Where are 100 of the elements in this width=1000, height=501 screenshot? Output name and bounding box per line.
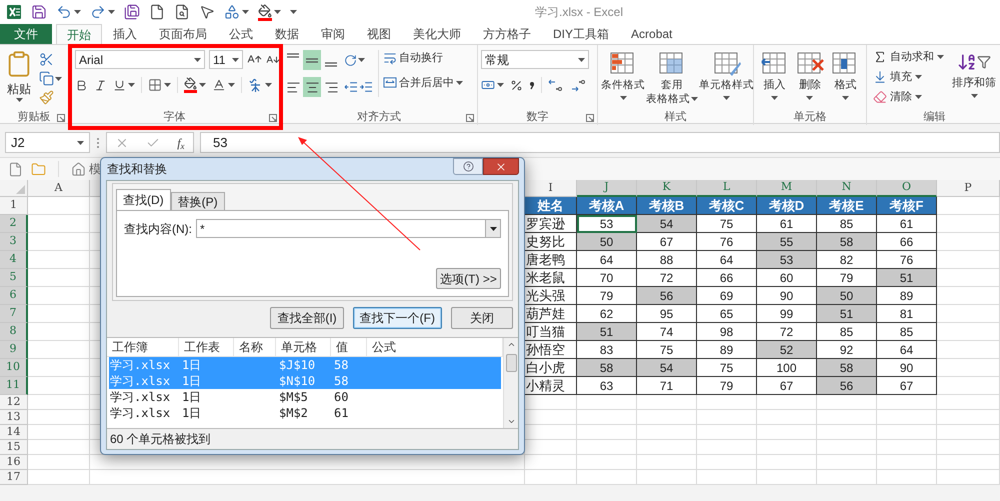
borders-icon[interactable]	[148, 78, 162, 92]
launcher-icon[interactable]	[466, 114, 474, 122]
scroll-thumb[interactable]	[506, 354, 516, 372]
row-header[interactable]: 7	[0, 305, 28, 323]
editing-button[interactable]: 清除	[873, 88, 944, 106]
dialog-tab[interactable]: 替换(P)	[170, 192, 225, 210]
column-header[interactable]: I	[525, 180, 577, 197]
dialog-button[interactable]: 关闭	[451, 307, 513, 329]
font-color-icon[interactable]	[212, 78, 226, 92]
save-icon[interactable]	[31, 4, 47, 20]
column-header[interactable]: M	[757, 180, 817, 197]
row-header[interactable]: 9	[0, 341, 28, 359]
brush-icon[interactable]	[39, 90, 54, 105]
ribbon-tab[interactable]: 页面布局	[148, 24, 218, 44]
row-header[interactable]: 14	[0, 425, 28, 440]
style-button[interactable]: 套用 表格格式	[646, 50, 698, 106]
row-header[interactable]: 12	[0, 395, 28, 410]
launcher-icon[interactable]	[57, 114, 65, 122]
ribbon-tab[interactable]: 数据	[264, 24, 310, 44]
row-header[interactable]: 15	[0, 440, 28, 455]
copy-icon[interactable]	[39, 71, 54, 86]
row-header[interactable]: 2	[0, 215, 28, 233]
row-header[interactable]: 6	[0, 287, 28, 305]
results-column-header[interactable]: 工作表	[179, 338, 234, 356]
column-header[interactable]: L	[697, 180, 757, 197]
row-header[interactable]: 8	[0, 323, 28, 341]
cells-button[interactable]: 删除	[794, 50, 825, 100]
font-name-field[interactable]: Arial	[75, 50, 205, 69]
fill-color-icon[interactable]	[258, 4, 272, 20]
row-header[interactable]: 3	[0, 233, 28, 251]
comma-icon[interactable]	[529, 80, 535, 90]
ribbon-tab[interactable]: 方方格子	[472, 24, 542, 44]
find-field[interactable]: *	[196, 219, 501, 238]
ribbon-tab[interactable]: Acrobat	[620, 24, 684, 44]
vertical-align-button[interactable]	[303, 50, 321, 70]
wrap-text-button[interactable]: 自动换行	[383, 50, 463, 66]
column-header[interactable]: N	[817, 180, 877, 197]
row-header[interactable]: 16	[0, 455, 28, 470]
dialog-button[interactable]: 查找下一个(F)	[352, 307, 442, 329]
scissors-icon[interactable]	[39, 52, 54, 67]
pointer-icon[interactable]	[199, 4, 215, 20]
dialog-tab[interactable]: 查找(D)	[116, 189, 171, 210]
ribbon-tab[interactable]: 美化大师	[402, 24, 472, 44]
phonetic-icon[interactable]	[248, 78, 263, 92]
results-column-header[interactable]: 单元格	[276, 338, 331, 356]
number-format-field[interactable]: 常规	[481, 50, 589, 69]
bold-icon[interactable]	[75, 78, 88, 92]
font-size-field[interactable]: 11	[209, 50, 243, 69]
row-header[interactable]: 4	[0, 251, 28, 269]
row-header[interactable]: 13	[0, 410, 28, 425]
ribbon-tab[interactable]: 公式	[218, 24, 264, 44]
column-header[interactable]: A	[28, 180, 90, 197]
orientation-icon[interactable]	[344, 54, 357, 66]
fill-color-icon[interactable]	[184, 77, 197, 93]
italic-icon[interactable]	[94, 78, 107, 92]
decrease-indent-icon[interactable]	[344, 81, 358, 93]
ribbon-tab[interactable]: 文件	[0, 24, 52, 44]
increase-indent-icon[interactable]	[359, 81, 373, 93]
scroll-up-icon[interactable]	[506, 340, 516, 349]
horizontal-align-button[interactable]	[303, 77, 321, 97]
result-row[interactable]: 学习.xlsx 1日 $M$2 61	[109, 405, 501, 421]
save-as-icon[interactable]	[124, 4, 140, 20]
increase-decimal-icon[interactable]	[548, 78, 564, 92]
column-header[interactable]: P	[937, 180, 1000, 197]
row-header[interactable]: 10	[0, 359, 28, 377]
undo-icon[interactable]	[56, 4, 72, 20]
results-column-header[interactable]: 名称	[234, 338, 276, 356]
currency-icon[interactable]	[481, 78, 495, 92]
drag-handle-icon[interactable]	[96, 136, 100, 148]
cells-button[interactable]: 格式	[830, 50, 860, 100]
column-header[interactable]: O	[877, 180, 937, 197]
decrease-decimal-icon[interactable]	[570, 78, 586, 92]
print-preview-icon[interactable]	[174, 4, 190, 20]
style-button[interactable]: 条件格式	[601, 50, 645, 106]
results-column-header[interactable]: 工作簿	[107, 338, 179, 356]
column-header[interactable]: K	[637, 180, 697, 197]
row-header[interactable]: 17	[0, 470, 28, 485]
percent-icon[interactable]	[510, 78, 523, 92]
corner-cell[interactable]	[0, 180, 28, 197]
name-box[interactable]: J2	[5, 132, 90, 153]
row-header[interactable]: 11	[0, 377, 28, 395]
ribbon-tab[interactable]: 审阅	[310, 24, 356, 44]
options-button[interactable]: 选项(T) >>	[436, 268, 501, 289]
formula-field[interactable]: 53	[200, 132, 1000, 153]
column-header[interactable]: J	[577, 180, 637, 197]
home-icon[interactable]	[71, 162, 86, 176]
dialog-button[interactable]: 查找全部(I)	[270, 307, 344, 329]
help-button[interactable]	[453, 158, 483, 175]
underline-icon[interactable]	[113, 78, 126, 92]
results-column-header[interactable]: 值	[331, 338, 367, 356]
paste-button[interactable]: 粘贴	[3, 50, 35, 105]
launcher-icon[interactable]	[269, 114, 277, 122]
ribbon-tab[interactable]: DIY工具箱	[542, 24, 620, 44]
redo-icon[interactable]	[90, 4, 106, 20]
editing-button[interactable]: 自动求和	[873, 48, 944, 66]
shapes-icon[interactable]	[224, 4, 240, 20]
scroll-down-icon[interactable]	[506, 417, 516, 426]
ribbon-tab[interactable]: 插入	[102, 24, 148, 44]
style-button[interactable]: 单元格样式	[699, 50, 754, 106]
result-row[interactable]: 学习.xlsx 1日 $M$5 60	[109, 389, 501, 405]
